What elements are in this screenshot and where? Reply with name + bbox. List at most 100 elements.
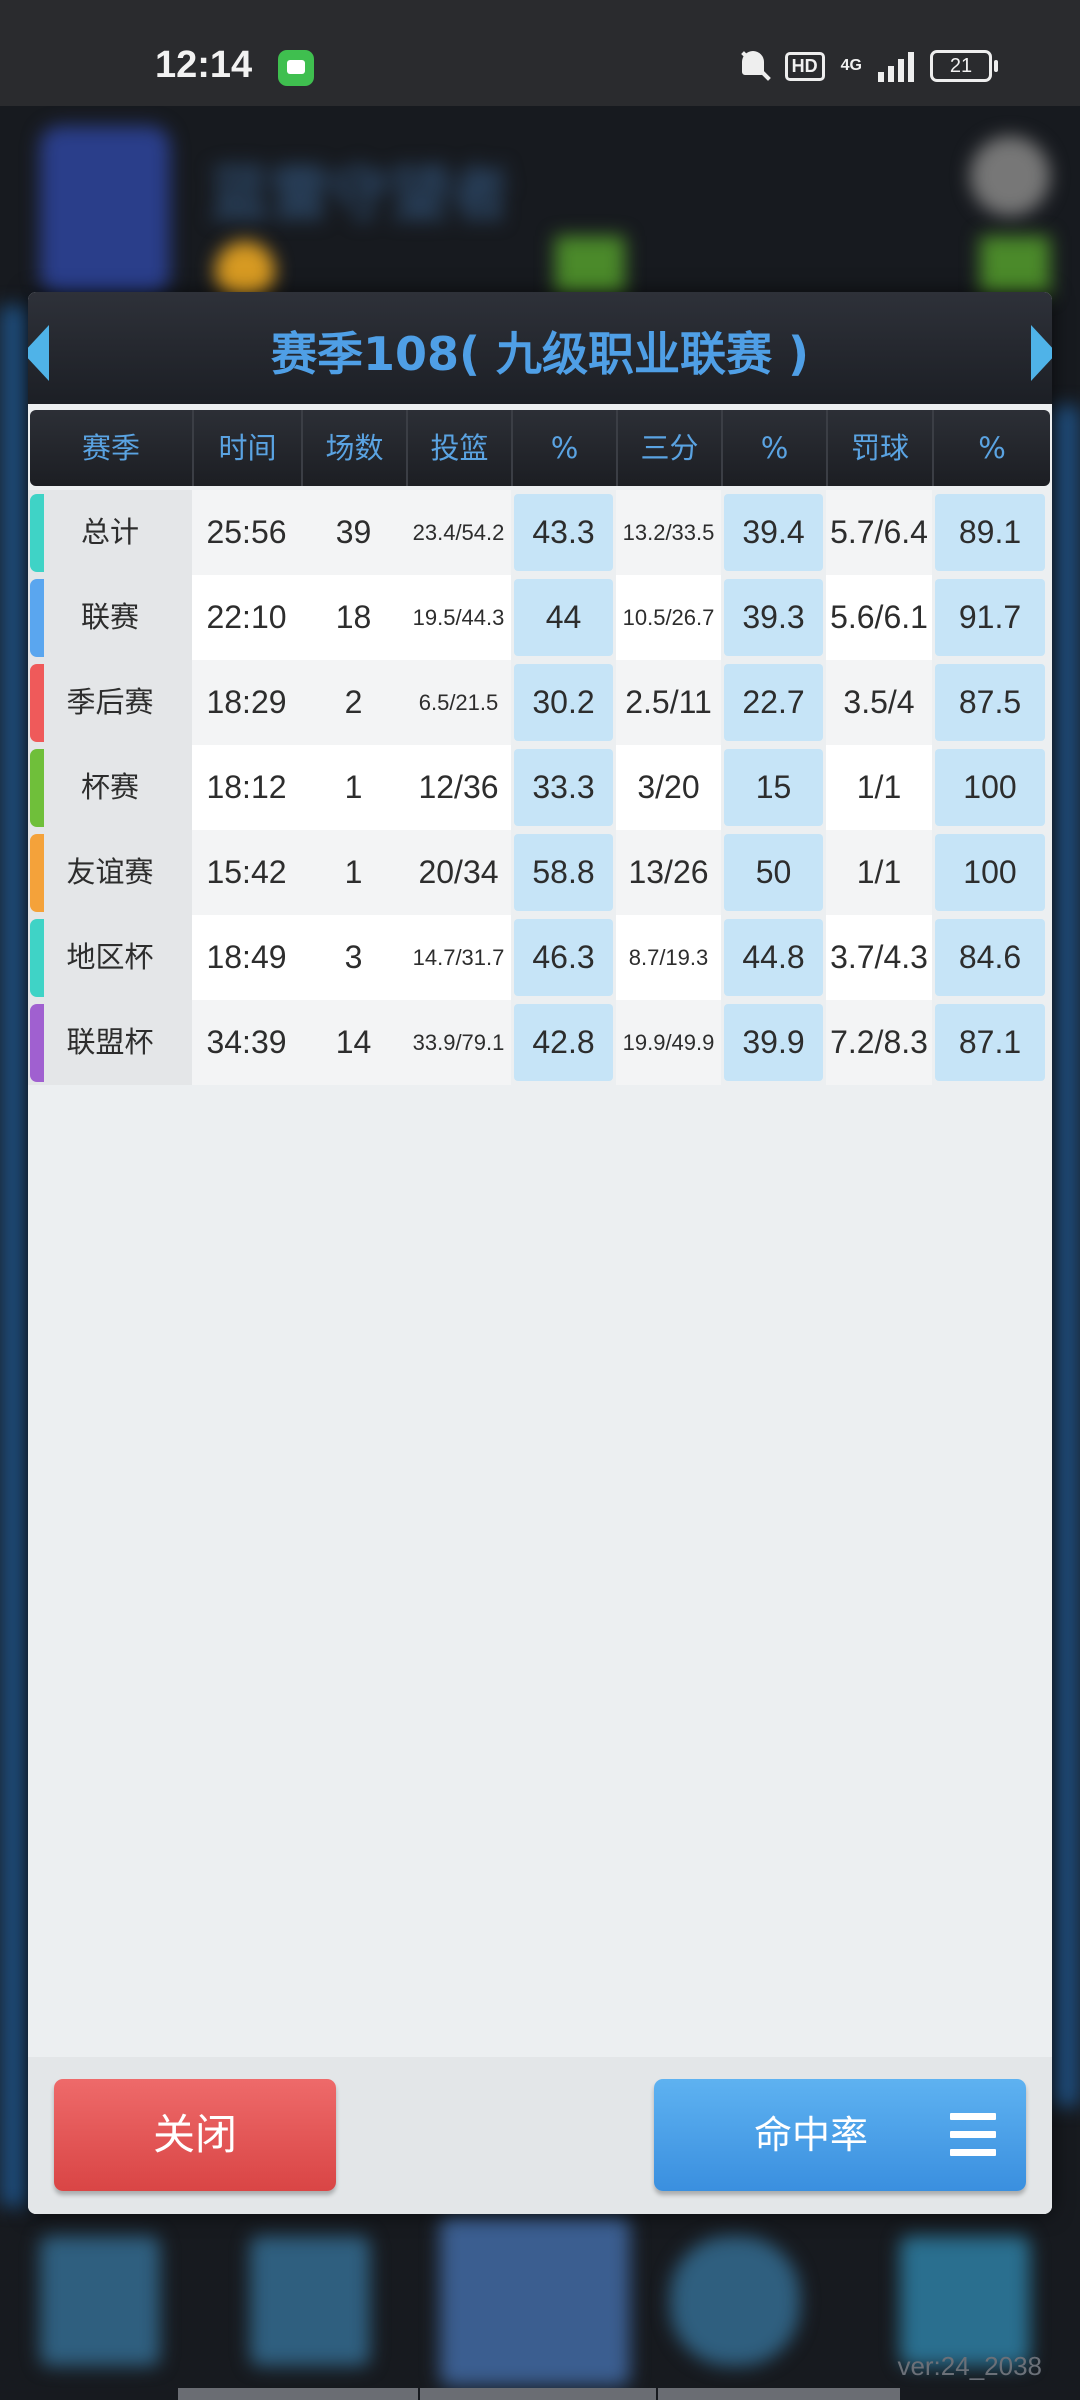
dialog-footer: 关闭 命中率 xyxy=(28,2057,1052,2214)
row-accent-bar xyxy=(30,579,44,657)
row-games: 14 xyxy=(301,1000,406,1085)
stat-mode-button[interactable]: 命中率 xyxy=(654,2079,1026,2191)
pct-value: 33.3 xyxy=(514,749,613,826)
table-row[interactable]: 联赛 22:10 18 19.5/44.3 44 10.5/26.7 39.3 5.6/6.1… xyxy=(28,575,1052,660)
network-type: 4G xyxy=(840,57,862,74)
row-name: 友谊赛 xyxy=(28,830,192,915)
row-three: 13.2/33.5 xyxy=(616,490,721,575)
row-games: 3 xyxy=(301,915,406,1000)
row-three-pct: 44.8 xyxy=(721,915,826,1000)
row-name: 联盟杯 xyxy=(28,1000,192,1085)
pct-value: 100 xyxy=(935,834,1045,911)
row-accent-bar xyxy=(30,834,44,912)
row-three-pct: 22.7 xyxy=(721,660,826,745)
column-header-three-pct: % xyxy=(723,410,828,486)
signal-icon xyxy=(878,50,914,82)
row-time: 18:12 xyxy=(192,745,301,830)
stats-table: 总计 25:56 39 23.4/54.2 43.3 13.2/33.5 39.4 5.7/6… xyxy=(28,490,1052,1085)
row-three: 8.7/19.3 xyxy=(616,915,721,1000)
row-accent-bar xyxy=(30,919,44,997)
row-ft: 7.2/8.3 xyxy=(826,1000,932,1085)
row-fg: 33.9/79.1 xyxy=(406,1000,511,1085)
row-ft-pct: 87.1 xyxy=(932,1000,1048,1085)
close-button[interactable]: 关闭 xyxy=(54,2079,336,2191)
table-row[interactable]: 总计 25:56 39 23.4/54.2 43.3 13.2/33.5 39.4 5.7/6… xyxy=(28,490,1052,575)
row-ft: 3.7/4.3 xyxy=(826,915,932,1000)
hd-icon: HD xyxy=(784,51,825,81)
status-icons: HD 4G 21 xyxy=(737,48,998,84)
pct-value: 87.5 xyxy=(935,664,1045,741)
next-season-arrow-icon[interactable] xyxy=(1031,325,1052,381)
row-time: 18:29 xyxy=(192,660,301,745)
nav-chat-icon xyxy=(670,2236,800,2366)
row-name: 总计 xyxy=(28,490,192,575)
row-three-pct: 39.9 xyxy=(721,1000,826,1085)
nav-center-icon xyxy=(440,2216,630,2386)
table-row[interactable]: 地区杯 18:49 3 14.7/31.7 46.3 8.7/19.3 44.8 3.7/4.… xyxy=(28,915,1052,1000)
column-header-fg: 投篮 xyxy=(408,410,513,486)
row-ft: 1/1 xyxy=(826,830,932,915)
row-ft: 3.5/4 xyxy=(826,660,932,745)
nav-up-icon xyxy=(900,2236,1030,2366)
right-panel xyxy=(1052,406,1080,2106)
column-header-ft-pct: % xyxy=(978,431,1006,465)
row-fg: 23.4/54.2 xyxy=(406,490,511,575)
nav-yen-icon xyxy=(250,2236,370,2366)
pct-value: 30.2 xyxy=(514,664,613,741)
pct-value: 39.9 xyxy=(724,1004,823,1081)
nav-star-icon xyxy=(40,2236,160,2366)
row-three: 3/20 xyxy=(616,745,721,830)
table-row[interactable]: 联盟杯 34:39 14 33.9/79.1 42.8 19.9/49.9 39.9 7.2/… xyxy=(28,1000,1052,1085)
row-fg-pct: 46.3 xyxy=(511,915,616,1000)
row-three: 19.9/49.9 xyxy=(616,1000,721,1085)
pct-value: 89.1 xyxy=(935,494,1045,571)
row-name: 联赛 xyxy=(28,575,192,660)
left-panel xyxy=(0,306,30,2206)
row-ft: 5.7/6.4 xyxy=(826,490,932,575)
row-ft-pct: 87.5 xyxy=(932,660,1048,745)
row-three-pct: 39.3 xyxy=(721,575,826,660)
row-ft: 5.6/6.1 xyxy=(826,575,932,660)
team-logo xyxy=(40,126,170,296)
season-stats-dialog: 赛季108( 九级职业联赛 ) 赛季 时间 场数 投篮 % 三分 % 罚球 % … xyxy=(28,292,1052,2214)
row-accent-bar xyxy=(30,1004,44,1082)
dialog-title: 赛季108( 九级职业联赛 ) xyxy=(270,327,810,381)
pct-value: 50 xyxy=(724,834,823,911)
green-badge-2 xyxy=(980,236,1050,296)
nav-handle-2 xyxy=(420,2388,656,2400)
column-header-time: 时间 xyxy=(194,410,303,486)
table-row[interactable]: 杯赛 18:12 1 12/36 33.3 3/20 15 1/1 100 xyxy=(28,745,1052,830)
row-name: 季后赛 xyxy=(28,660,192,745)
row-fg: 14.7/31.7 xyxy=(406,915,511,1000)
row-three: 2.5/11 xyxy=(616,660,721,745)
row-fg: 20/34 xyxy=(406,830,511,915)
pct-value: 46.3 xyxy=(514,919,613,996)
pct-value: 44.8 xyxy=(724,919,823,996)
row-name: 杯赛 xyxy=(28,745,192,830)
row-games: 2 xyxy=(301,660,406,745)
pct-value: 43.3 xyxy=(514,494,613,571)
row-accent-bar xyxy=(30,749,44,827)
table-row[interactable]: 季后赛 18:29 2 6.5/21.5 30.2 2.5/11 22.7 3.5/4 87.5 xyxy=(28,660,1052,745)
pct-value: 15 xyxy=(724,749,823,826)
pct-value: 39.4 xyxy=(724,494,823,571)
column-header-fg-pct: % xyxy=(513,410,618,486)
status-bar: 12:14 HD 4G 21 xyxy=(0,0,1080,106)
column-header-ft: 罚球 xyxy=(828,410,934,486)
row-time: 22:10 xyxy=(192,575,301,660)
version-label: ver:24_2038 xyxy=(897,2351,1042,2381)
row-fg-pct: 58.8 xyxy=(511,830,616,915)
table-header: 赛季 时间 场数 投篮 % 三分 % 罚球 % xyxy=(30,410,1050,486)
row-ft-pct: 100 xyxy=(932,745,1048,830)
row-fg-pct: 43.3 xyxy=(511,490,616,575)
pct-value: 84.6 xyxy=(935,919,1045,996)
menu-icon xyxy=(950,2113,996,2157)
column-header-season: 赛季 xyxy=(30,410,194,486)
row-three-pct: 50 xyxy=(721,830,826,915)
table-row[interactable]: 友谊赛 15:42 1 20/34 58.8 13/26 50 1/1 100 xyxy=(28,830,1052,915)
row-fg-pct: 42.8 xyxy=(511,1000,616,1085)
row-games: 1 xyxy=(301,830,406,915)
row-name: 地区杯 xyxy=(28,915,192,1000)
row-accent-bar xyxy=(30,664,44,742)
row-fg: 19.5/44.3 xyxy=(406,575,511,660)
